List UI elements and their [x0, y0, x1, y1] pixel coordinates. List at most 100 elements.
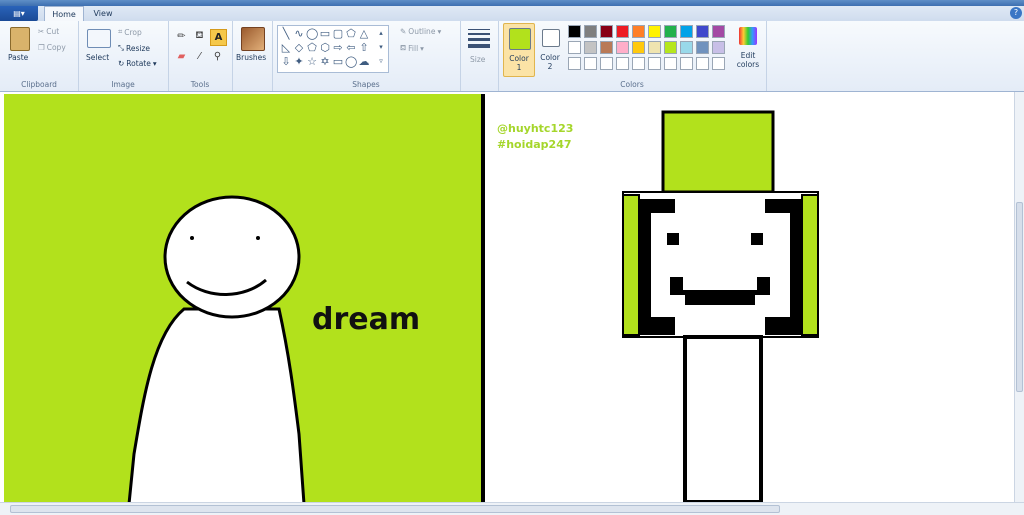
horizontal-scrollbar[interactable] — [0, 502, 1024, 515]
size-button[interactable]: Size — [470, 55, 485, 64]
custom-color-slot[interactable] — [680, 57, 693, 70]
fill-icon: ⛾ — [400, 43, 407, 52]
diamond-shape-icon[interactable]: ◇ — [293, 42, 305, 53]
palette-swatch[interactable] — [616, 25, 629, 38]
menu-icon: ▤▾ — [13, 9, 25, 18]
palette-swatch[interactable] — [568, 41, 581, 54]
chevron-down-icon: ▾ — [437, 27, 442, 36]
palette-swatch[interactable] — [648, 41, 661, 54]
text-tool-icon[interactable]: A — [210, 29, 227, 46]
help-icon[interactable]: ? — [1010, 7, 1022, 19]
outline-label: Outline — [408, 27, 436, 36]
palette-swatch[interactable] — [648, 25, 661, 38]
tab-home[interactable]: Home — [44, 6, 84, 22]
copy-button[interactable]: ❐ Copy — [38, 43, 66, 52]
fill-button[interactable]: ⛾ Fill ▾ — [400, 43, 424, 53]
vertical-scrollbar[interactable] — [1014, 92, 1024, 502]
callout-rect-shape-icon[interactable]: ▭ — [332, 56, 344, 67]
custom-color-slot[interactable] — [648, 57, 661, 70]
pencil-icon[interactable]: ✏ — [174, 29, 189, 44]
callout-cloud-shape-icon[interactable]: ☁ — [358, 56, 370, 67]
line-shape-icon[interactable]: ╲ — [280, 28, 292, 39]
brushes-button[interactable]: Brushes — [236, 53, 266, 62]
horizontal-scroll-thumb[interactable] — [10, 505, 780, 513]
right-triangle-shape-icon[interactable]: ◺ — [280, 42, 292, 53]
outline-icon: ✎ — [400, 27, 407, 36]
custom-color-slot[interactable] — [568, 57, 581, 70]
eraser-icon[interactable]: ▰ — [174, 49, 189, 64]
copy-label: Copy — [46, 43, 66, 52]
custom-color-slot[interactable] — [616, 57, 629, 70]
tools-group: ✏ ⛾ A ▰ ⁄ ⚲ Tools — [168, 21, 233, 91]
rounded-rectangle-shape-icon[interactable]: ▢ — [332, 28, 344, 39]
palette-swatch[interactable] — [584, 41, 597, 54]
palette-swatch[interactable] — [696, 41, 709, 54]
custom-color-slot[interactable] — [696, 57, 709, 70]
color2-button[interactable]: Color 2 — [536, 23, 564, 75]
edit-colors-button[interactable]: Edit colors — [732, 23, 764, 75]
pixel-dream-drawing — [622, 110, 819, 504]
left-arrow-shape-icon[interactable]: ⇦ — [345, 42, 357, 53]
tab-view[interactable]: View — [86, 6, 120, 21]
color-picker-icon[interactable]: ⁄ — [192, 49, 207, 64]
palette-swatch[interactable] — [680, 41, 693, 54]
color1-swatch — [509, 28, 531, 50]
palette-swatch[interactable] — [632, 41, 645, 54]
crop-button[interactable]: ⌗ Crop — [118, 27, 142, 37]
vertical-scroll-thumb[interactable] — [1016, 202, 1023, 392]
shapes-gallery[interactable]: ╲ ∿ ◯ ▭ ▢ ⬠ △ ◺ ◇ ⬠ ⬡ ⇨ ⇦ ⇧ ⇩ ✦ ☆ ✡ ▭ ◯ … — [277, 25, 389, 73]
palette-swatch[interactable] — [664, 41, 677, 54]
rectangle-shape-icon[interactable]: ▭ — [319, 28, 331, 39]
pentagon-shape-icon[interactable]: ⬠ — [306, 42, 318, 53]
palette-swatch[interactable] — [680, 25, 693, 38]
custom-color-slot[interactable] — [600, 57, 613, 70]
gallery-expand-icon[interactable]: ▿ — [375, 56, 387, 67]
palette-swatch[interactable] — [584, 25, 597, 38]
paint-menu-button[interactable]: ▤▾ — [0, 6, 38, 21]
palette-swatch[interactable] — [696, 25, 709, 38]
magnifier-icon[interactable]: ⚲ — [210, 49, 225, 64]
custom-color-slot[interactable] — [664, 57, 677, 70]
hexagon-shape-icon[interactable]: ⬡ — [319, 42, 331, 53]
curve-shape-icon[interactable]: ∿ — [293, 28, 305, 39]
palette-swatch[interactable] — [632, 25, 645, 38]
down-arrow-shape-icon[interactable]: ⇩ — [280, 56, 292, 67]
custom-color-slot[interactable] — [712, 57, 725, 70]
custom-color-slot[interactable] — [632, 57, 645, 70]
outline-button[interactable]: ✎ Outline ▾ — [400, 27, 441, 36]
cut-button[interactable]: ✂ Cut — [38, 27, 59, 36]
palette-swatch[interactable] — [600, 25, 613, 38]
ribbon-tab-row — [0, 6, 1024, 22]
six-point-star-shape-icon[interactable]: ✡ — [319, 56, 331, 67]
callout-oval-shape-icon[interactable]: ◯ — [345, 56, 357, 67]
custom-color-slot[interactable] — [584, 57, 597, 70]
dream-right-eye — [256, 236, 260, 240]
rotate-button[interactable]: ↻ Rotate ▾ — [118, 59, 157, 68]
palette-swatch[interactable] — [712, 25, 725, 38]
palette-swatch[interactable] — [600, 41, 613, 54]
paste-button[interactable]: Paste — [8, 53, 28, 62]
right-arrow-shape-icon[interactable]: ⇨ — [332, 42, 344, 53]
paste-label: Paste — [8, 53, 29, 62]
dream-left-eye — [190, 236, 194, 240]
canvas-area[interactable]: dream @huyhtc123 #hoidap247 — [0, 92, 1024, 504]
chevron-down-icon: ▾ — [420, 43, 424, 53]
gallery-scroll-down-icon[interactable]: ▾ — [375, 42, 387, 53]
select-button[interactable]: Select — [86, 53, 109, 62]
triangle-shape-icon[interactable]: △ — [358, 28, 370, 39]
polygon-shape-icon[interactable]: ⬠ — [345, 28, 357, 39]
resize-button[interactable]: ⤡ Resize — [118, 43, 150, 53]
palette-swatch[interactable] — [568, 25, 581, 38]
palette-swatch[interactable] — [712, 41, 725, 54]
up-arrow-shape-icon[interactable]: ⇧ — [358, 42, 370, 53]
oval-shape-icon[interactable]: ◯ — [306, 28, 318, 39]
gallery-scroll-up-icon[interactable]: ▴ — [375, 28, 387, 39]
five-point-star-shape-icon[interactable]: ☆ — [306, 56, 318, 67]
dream-head — [163, 195, 301, 319]
four-point-star-shape-icon[interactable]: ✦ — [293, 56, 305, 67]
palette-swatch[interactable] — [664, 25, 677, 38]
color1-button[interactable]: Color 1 — [503, 23, 535, 77]
fill-bucket-icon[interactable]: ⛾ — [192, 29, 207, 44]
palette-swatch[interactable] — [616, 41, 629, 54]
size-label: Size — [470, 55, 486, 64]
